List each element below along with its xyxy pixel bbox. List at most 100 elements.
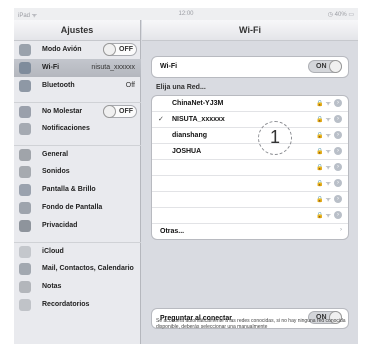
sidebar-item-pantalla[interactable]: Pantalla & Brillo [14,181,141,199]
sidebar-title: Ajustes [14,20,140,41]
sidebar-item-label: Recordatorios [42,301,90,308]
airplane-icon [19,44,31,56]
toggle-knob [329,60,342,73]
sidebar-item-mail[interactable]: Mail, Contactos, Calendario [14,260,141,278]
network-row[interactable]: ✓ NISUTA_xxxxxx 🔒 ᯤ › [152,112,348,128]
sidebar-item-recordatorios[interactable]: Recordatorios [14,296,141,314]
choose-network-label: Elija una Red... [156,84,206,91]
wallpaper-icon [19,202,31,214]
toggle-knob [103,105,116,118]
network-row[interactable]: JOSHUA 🔒 ᯤ › [152,144,348,160]
wifi-toggle-row: Wi-Fi ON [152,57,348,77]
network-name: JOSHUA [172,148,202,155]
lock-wifi-icon: 🔒 ᯤ [316,101,331,107]
network-status-icons: 🔒 ᯤ › [316,131,342,140]
lock-wifi-icon: 🔒 ᯤ [316,117,331,123]
sidebar-item-label: Modo Avión [42,46,82,53]
lock-wifi-icon: 🔒 ᯤ [316,213,331,219]
ask-to-join-footer: Se accederá automáticamente a las redes … [156,318,346,330]
info-button[interactable]: › [334,147,342,156]
network-row[interactable]: ChinaNet-YJ3M 🔒 ᯤ › [152,96,348,112]
cloud-icon [19,246,31,258]
network-name: NISUTA_xxxxxx [172,116,225,123]
lock-wifi-icon: 🔒 ᯤ [316,181,331,187]
wifi-row-label: Wi-Fi [160,63,178,70]
network-status-icons: 🔒 ᯤ › [316,179,342,188]
sidebar-item-label: iCloud [42,248,64,255]
sidebar-item-label: Wi-Fi [42,64,60,71]
status-time: 12:00 [178,11,194,17]
lock-wifi-icon: 🔒 ᯤ [316,165,331,171]
sidebar-item-label: Notificaciones [42,125,90,132]
sidebar-item-modo-avion[interactable]: Modo Avión OFF [14,41,141,59]
sidebar-item-notificaciones[interactable]: Notificaciones [14,120,141,138]
sidebar-item-general[interactable]: General [14,145,141,163]
sidebar-item-label: Bluetooth [42,82,75,89]
sidebar-item-notas[interactable]: Notas [14,278,141,296]
network-status-icons: 🔒 ᯤ › [316,195,342,204]
toggle-label: OFF [119,108,133,115]
toggle-knob [103,43,116,56]
info-button[interactable]: › [334,131,342,140]
info-button[interactable]: › [334,163,342,172]
airplane-mode-toggle[interactable]: OFF [103,43,137,56]
network-status-icons: 🔒 ᯤ › [316,163,342,172]
device-frame: iPad ᯤ 12:00 ◷ 40% ▭ Ajustes Modo Avión … [0,0,370,344]
screen: iPad ᯤ 12:00 ◷ 40% ▭ Ajustes Modo Avión … [14,8,358,344]
status-bar: iPad ᯤ 12:00 ◷ 40% ▭ [14,8,358,20]
network-status-icons: 🔒 ᯤ › [316,211,342,220]
status-right: ◷ 40% ▭ [327,12,354,18]
speaker-icon [19,166,31,178]
network-row-other[interactable]: Otras... › [152,224,348,240]
sidebar-item-label: Mail, Contactos, Calendario [42,265,134,272]
sidebar-item-fondo[interactable]: Fondo de Pantalla [14,199,141,217]
sidebar-item-label: Fondo de Pantalla [42,204,103,211]
wifi-toggle-card: Wi-Fi ON [151,56,349,78]
lock-wifi-icon: 🔒 ᯤ [316,197,331,203]
network-name: dianshang [172,132,208,139]
network-status-icons: 🔒 ᯤ › [316,115,342,124]
annotation-marker: 1 [258,121,292,155]
bluetooth-icon [19,80,31,92]
network-row[interactable]: 🔒 ᯤ › [152,160,348,176]
sidebar-item-label: No Molestar [42,108,83,115]
hand-icon [19,220,31,232]
lock-wifi-icon: 🔒 ᯤ [316,133,331,139]
sidebar-item-icloud[interactable]: iCloud [14,242,141,260]
wifi-detail-pane: Wi-Fi Wi-Fi ON Elija una Red... ChinaNet… [142,20,358,344]
sidebar-item-wifi[interactable]: Wi-Fi nisuta_xxxxxx [14,59,141,77]
annotation-number: 1 [269,127,280,147]
info-button[interactable]: › [334,195,342,204]
brightness-icon [19,184,31,196]
notifications-icon [19,123,31,135]
checkmark-icon: ✓ [158,116,164,123]
network-row[interactable]: 🔒 ᯤ › [152,176,348,192]
info-button[interactable]: › [334,211,342,220]
sidebar-item-bluetooth[interactable]: Bluetooth Off [14,77,141,95]
mail-icon [19,263,31,275]
network-list: ChinaNet-YJ3M 🔒 ᯤ › ✓ NISUTA_xxxxxx 🔒 ᯤ › dians… [151,95,349,240]
wifi-toggle[interactable]: ON [308,60,342,73]
network-row[interactable]: dianshang 🔒 ᯤ › [152,128,348,144]
info-button[interactable]: › [334,179,342,188]
network-row[interactable]: 🔒 ᯤ › [152,192,348,208]
notes-icon [19,281,31,293]
sidebar-item-label: General [42,151,69,158]
sidebar-item-privacidad[interactable]: Privacidad [14,217,141,235]
detail-title: Wi-Fi [142,20,358,41]
chevron-right-icon: › [340,227,342,233]
settings-sidebar: Ajustes Modo Avión OFF Wi-Fi nisuta_xxxx… [14,20,141,344]
info-button[interactable]: › [334,115,342,124]
do-not-disturb-toggle[interactable]: OFF [103,105,137,118]
gear-icon [19,149,31,161]
network-status-icons: 🔒 ᯤ › [316,99,342,108]
network-name: ChinaNet-YJ3M [172,100,224,107]
sidebar-item-no-molestar[interactable]: No Molestar OFF [14,102,141,120]
sidebar-item-value: Off [125,82,135,89]
network-status-icons: 🔒 ᯤ › [316,147,342,156]
info-button[interactable]: › [334,99,342,108]
toggle-label: ON [316,63,327,70]
lock-wifi-icon: 🔒 ᯤ [316,149,331,155]
network-row[interactable]: 🔒 ᯤ › [152,208,348,224]
sidebar-item-sonidos[interactable]: Sonidos [14,163,141,181]
